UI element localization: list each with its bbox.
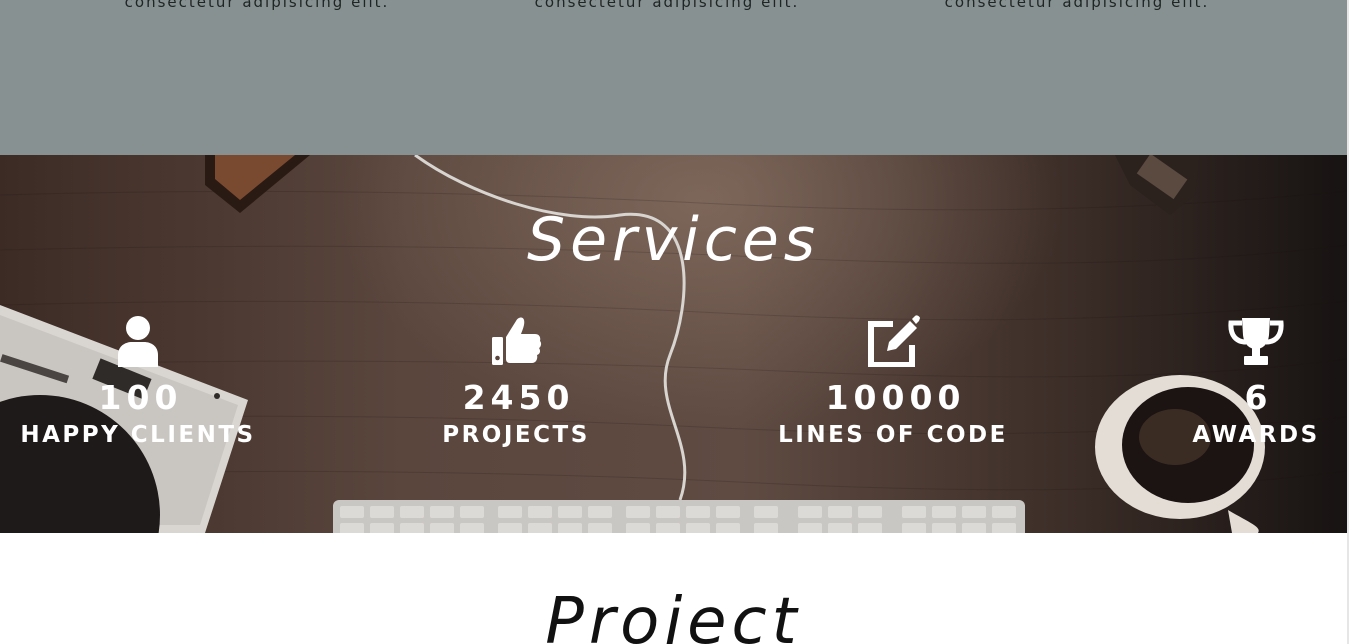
about-column-text: consectetur adipisicing elit.: [944, 0, 1210, 11]
stat-label: LINES OF CODE: [778, 422, 1008, 448]
services-title: Services: [526, 205, 820, 275]
stat-label: PROJECTS: [442, 422, 590, 448]
stat-happy-clients: 100 HAPPY CLIENTS: [0, 315, 288, 450]
stat-projects: 2450 PROJECTS: [366, 315, 666, 450]
about-section: consectetur adipisicing elit. consectetu…: [0, 0, 1347, 155]
about-column-text: consectetur adipisicing elit.: [124, 0, 390, 11]
project-title: Project: [545, 585, 802, 644]
stat-label: AWARDS: [1192, 422, 1320, 448]
user-icon: [118, 316, 158, 367]
about-column-text: consectetur adipisicing elit.: [534, 0, 800, 11]
stat-lines-of-code: 10000 LINES OF CODE: [743, 315, 1043, 450]
stat-value: 6: [1244, 378, 1273, 417]
project-section: Project: [0, 533, 1347, 644]
stat-awards: 6 AWARDS: [1106, 315, 1347, 450]
stat-value: 2450: [462, 378, 575, 417]
edit-icon: [868, 315, 920, 367]
trophy-icon: [1228, 318, 1284, 365]
services-section: Services 100 HAPPY CLIENTS 2450 PROJECTS: [0, 155, 1347, 533]
stat-value: 100: [98, 378, 183, 417]
stat-value: 10000: [825, 378, 966, 417]
page: consectetur adipisicing elit. consectetu…: [0, 0, 1349, 644]
stat-label: HAPPY CLIENTS: [20, 422, 256, 448]
thumbs-up-icon: [492, 317, 542, 365]
